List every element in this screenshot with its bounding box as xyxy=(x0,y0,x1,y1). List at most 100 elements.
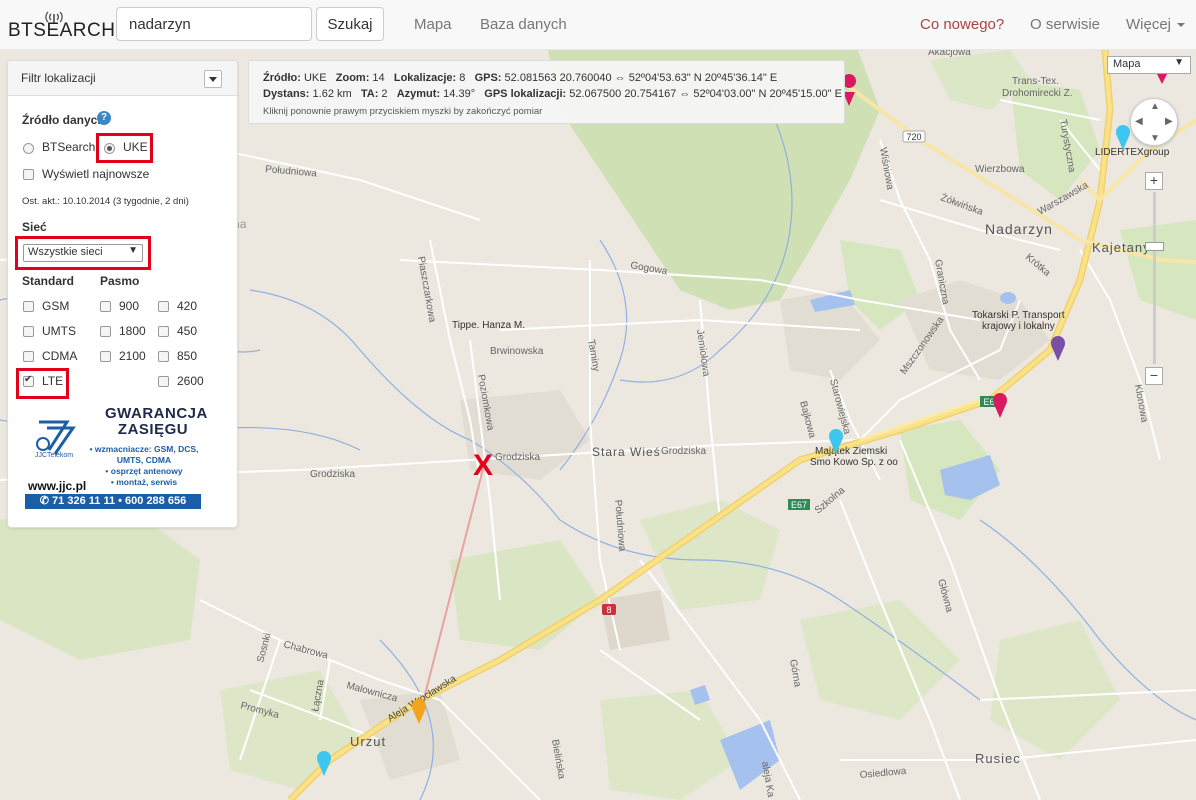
zoom-out-button[interactable]: − xyxy=(1145,367,1163,385)
chevron-down-icon: ▼ xyxy=(128,245,138,256)
checkbox-900[interactable] xyxy=(100,301,111,312)
nav-map-link[interactable]: Mapa xyxy=(414,16,452,33)
checkbox-420[interactable] xyxy=(158,301,169,312)
checkbox-gsm[interactable] xyxy=(23,301,34,312)
road-8-label: 8 xyxy=(606,605,611,615)
checkbox-1800[interactable] xyxy=(100,326,111,337)
checkbox-2600[interactable] xyxy=(158,376,169,387)
measure-x-marker[interactable]: X xyxy=(473,449,493,482)
road-e6-label: E6 xyxy=(983,397,994,407)
radio-uke-label[interactable]: UKE xyxy=(123,140,148,154)
checkbox-show-newest[interactable] xyxy=(23,169,34,180)
nav-about-link[interactable]: O serwisie xyxy=(1030,16,1100,33)
band-850-label[interactable]: 850 xyxy=(177,349,197,363)
radio-btsearch-label[interactable]: BTSearch xyxy=(42,140,95,154)
search-button[interactable]: Szukaj xyxy=(316,7,384,41)
road-e67-label: E67 xyxy=(791,500,807,510)
map-type-label: Mapa xyxy=(1113,58,1141,70)
distance-label: Dystans: xyxy=(263,88,310,100)
checkbox-2100[interactable] xyxy=(100,351,111,362)
nav-news-link[interactable]: Co nowego? xyxy=(920,16,1004,33)
jjc-advertisement[interactable]: JJCTelekom GWARANCJA ZASIĘGU • wzmacniac… xyxy=(25,406,207,509)
jjc-logo-text: JJCTelekom xyxy=(35,452,74,459)
road-720-label: 720 xyxy=(906,132,921,142)
ad-bullet-2: UMTS, CDMA xyxy=(116,455,172,465)
panel-collapse-button[interactable] xyxy=(204,70,222,88)
label-tokarski2: krajowy i lokalny xyxy=(982,321,1055,332)
gps-value: 52.081563 20.760040 ⇔ 52º04'53.63" N 20º… xyxy=(504,72,778,84)
panel-header: Filtr lokalizacji xyxy=(8,61,237,96)
label-majatek1: Majątek Ziemski xyxy=(815,446,887,457)
nav-more-dropdown[interactable]: Więcej xyxy=(1126,16,1186,33)
ad-bullet-1: • wzmacniacze: GSM, DCS, xyxy=(89,444,199,454)
info-row-2: Dystans: 1.62 km TA: 2 Azymut: 14.39° GP… xyxy=(263,86,842,102)
pan-down-icon[interactable]: ▼ xyxy=(1150,133,1160,144)
logo-text: BTSEARCH xyxy=(8,20,116,41)
logo[interactable]: BTSEARCH xyxy=(8,10,115,42)
label-majatek2: Smo Kowo Sp. z oo xyxy=(810,457,898,468)
band-2100-label[interactable]: 2100 xyxy=(119,349,146,363)
ad-phone: ✆ 71 326 11 11 • 600 288 656 xyxy=(25,494,201,509)
label-tippe: Tippe. Hanza M. xyxy=(452,320,525,331)
label-akacjowa: Akacjowa xyxy=(928,50,971,58)
band-1800-label[interactable]: 1800 xyxy=(119,324,146,338)
label-brwinowska: Brwinowska xyxy=(490,346,544,357)
checkbox-lte[interactable] xyxy=(23,374,34,387)
jjc-logo-icon xyxy=(36,420,76,455)
checkbox-850[interactable] xyxy=(158,351,169,362)
gsm-label[interactable]: GSM xyxy=(42,299,69,313)
pan-right-icon[interactable]: ▶ xyxy=(1165,116,1173,127)
radio-uke[interactable] xyxy=(104,143,115,154)
radio-btsearch[interactable] xyxy=(23,143,34,154)
nav-more-label: Więcej xyxy=(1126,16,1172,33)
band-420-label[interactable]: 420 xyxy=(177,299,197,313)
ad-bullet-3: • osprzęt antenowy xyxy=(105,466,183,476)
info-row-1: Źródło: UKE Zoom: 14 Lokalizacje: 8 GPS:… xyxy=(263,70,830,86)
label-wierzbowa: Wierzbowa xyxy=(975,164,1025,175)
map-pan-control[interactable]: ▲ ▼ ◀ ▶ xyxy=(1130,98,1178,146)
label-kajetany: Kajetany xyxy=(1092,240,1151,255)
ta-value: 2 xyxy=(381,88,388,100)
lte-label[interactable]: LTE xyxy=(42,374,63,388)
band-title: Pasmo xyxy=(100,274,140,288)
panel-title: Filtr lokalizacji xyxy=(21,71,96,85)
distance-value: 1.62 km xyxy=(312,88,352,100)
ad-title-line2: ZASIĘGU xyxy=(117,421,189,438)
data-source-title: Źródło danych xyxy=(22,113,105,127)
azimuth-label: Azymut: xyxy=(396,88,441,100)
show-newest-label[interactable]: Wyświetl najnowsze xyxy=(42,167,149,181)
ad-website[interactable]: www.jjc.pl xyxy=(28,479,86,493)
band-2600-label[interactable]: 2600 xyxy=(177,374,204,388)
checkbox-cdma[interactable] xyxy=(23,351,34,362)
help-icon[interactable]: ? xyxy=(97,111,111,125)
checkbox-umts[interactable] xyxy=(23,326,34,337)
gps-location-label: GPS lokalizacji: xyxy=(484,88,567,100)
zoom-slider-handle[interactable] xyxy=(1145,242,1164,251)
ad-bullets: • wzmacniacze: GSM, DCS, UMTS, CDMA • os… xyxy=(87,444,201,488)
zoom-slider-track[interactable] xyxy=(1153,192,1156,364)
pan-up-icon[interactable]: ▲ xyxy=(1150,101,1160,112)
map-type-select[interactable]: Mapa ▼ xyxy=(1107,56,1191,74)
label-urzut: Urzut xyxy=(350,734,386,749)
band-900-label[interactable]: 900 xyxy=(119,299,139,313)
checkbox-450[interactable] xyxy=(158,326,169,337)
ta-label: TA: xyxy=(360,88,379,100)
cdma-label[interactable]: CDMA xyxy=(42,349,77,363)
location-filter-panel: Filtr lokalizacji Źródło danych ? BTSear… xyxy=(7,60,238,528)
standard-title: Standard xyxy=(22,274,75,288)
pan-left-icon[interactable]: ◀ xyxy=(1135,116,1143,127)
network-select[interactable]: Wszystkie sieci ▼ xyxy=(23,244,143,262)
network-title: Sieć xyxy=(22,220,47,234)
label-tokarski1: Tokarski P. Transport xyxy=(972,310,1065,321)
chevron-down-icon xyxy=(1177,23,1186,28)
nav-database-link[interactable]: Baza danych xyxy=(480,16,567,33)
measurement-info-box: Źródło: UKE Zoom: 14 Lokalizacje: 8 GPS:… xyxy=(248,60,845,124)
band-450-label[interactable]: 450 xyxy=(177,324,197,338)
navbar: BTSEARCH Szukaj Mapa Baza danych Co nowe… xyxy=(0,0,1196,50)
source-value: UKE xyxy=(303,72,327,84)
umts-label[interactable]: UMTS xyxy=(42,324,76,338)
zoom-in-button[interactable]: + xyxy=(1145,172,1163,190)
search-input[interactable] xyxy=(116,7,312,41)
azimuth-value: 14.39° xyxy=(443,88,476,100)
measure-hint: Kliknij ponownie prawym przyciskiem mysz… xyxy=(263,106,543,117)
